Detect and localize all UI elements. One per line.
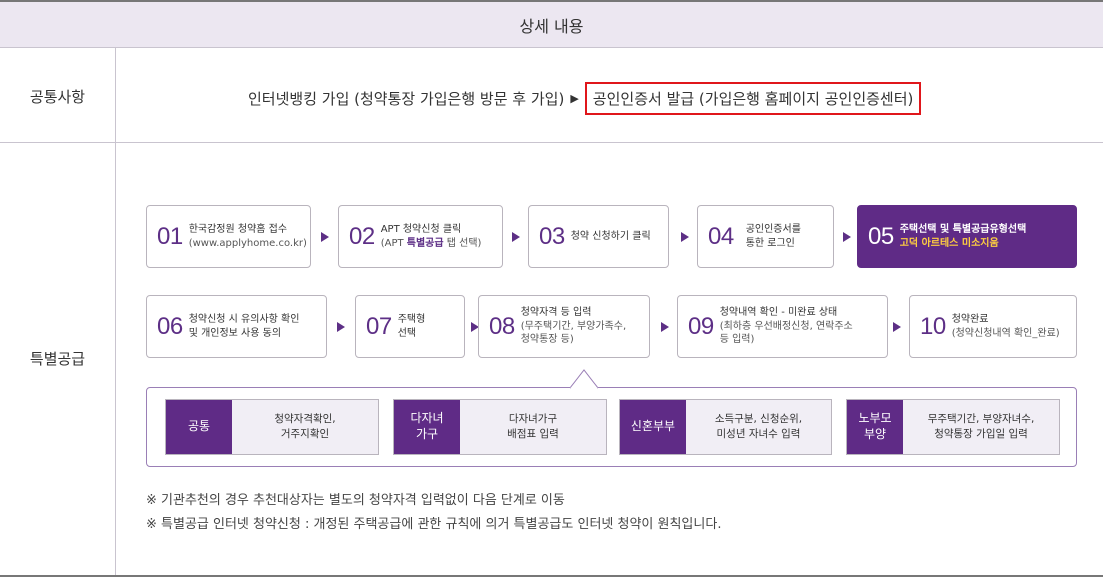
step-subtitle: (www.applyhome.co.kr) — [188, 237, 307, 249]
flow-arrow-icon — [321, 232, 329, 242]
flow-arrow-icon — [893, 322, 901, 332]
detail-desc-line1: 다자녀가구 — [508, 413, 558, 426]
row-label-common: 공통사항 — [29, 88, 86, 106]
step-subtitle: (최하층 우선배정신청, 연락주소 — [719, 320, 853, 332]
step-number: 06 — [157, 312, 183, 340]
detail-box-pointer — [570, 369, 598, 389]
detail-tag: 공통 — [166, 400, 232, 454]
highlighted-certificate-step: 공인인증서 발급 (가입은행 홈페이지 공인인증센터) — [584, 82, 922, 115]
step-04: 04 공인인증서를 통한 로그인 — [697, 205, 834, 268]
flow-arrow-icon — [661, 322, 669, 332]
step-subtitle-highlight: 특별공급 — [406, 237, 444, 249]
step-number: 04 — [708, 222, 734, 250]
step-title: APT 청약신청 클릭 — [380, 224, 462, 235]
detail-elderly-parent: 노부모 부양 무주택기간, 부양자녀수, 청약통장 가입일 입력 — [846, 399, 1060, 455]
detail-desc-line2: 거주지확인 — [280, 428, 330, 440]
step-subtitle: (무주택기간, 부양가족수, — [520, 320, 627, 332]
detail-multi-child: 다자녀 가구 다자녀가구 배점표 입력 — [393, 399, 607, 455]
row-label-special: 특별공급 — [29, 350, 86, 368]
step-title: 청약자격 등 입력 — [520, 307, 592, 319]
step-title: 청약완료 — [951, 314, 989, 325]
table-header: 상세 내용 — [0, 0, 1103, 48]
step-subtitle-post: 탭 선택) — [443, 237, 482, 249]
column-divider — [115, 48, 116, 577]
step-title: 청약신청 시 유의사항 확인 — [188, 314, 300, 325]
detail-desc-line1: 소득구분, 신청순위, — [714, 413, 803, 426]
step-subtitle: 및 개인정보 사용 동의 — [188, 327, 282, 339]
detail-common: 공통 청약자격확인, 거주지확인 — [165, 399, 379, 455]
step-number: 01 — [157, 222, 183, 250]
step-10: 10 청약완료 (청약신청내역 확인_완료) — [909, 295, 1077, 358]
step-subtitle: (청약신청내역 확인_완료) — [951, 327, 1060, 339]
step-subtitle-2: 청약통장 등) — [520, 334, 574, 346]
common-text-before: 인터넷뱅킹 가입 (청약통장 가입은행 방문 후 가입) — [248, 90, 565, 108]
row-divider — [0, 142, 1103, 143]
step-06: 06 청약신청 시 유의사항 확인 및 개인정보 사용 동의 — [146, 295, 327, 358]
step-title: 청약내역 확인 - 미완료 상태 — [719, 307, 838, 319]
detail-tag: 신혼부부 — [620, 400, 686, 454]
step-09: 09 청약내역 확인 - 미완료 상태 (최하층 우선배정신청, 연락주소 등 … — [677, 295, 888, 358]
header-title: 상세 내용 — [519, 16, 584, 36]
step-number: 07 — [366, 312, 392, 340]
step-title: 공인인증서를 — [745, 224, 801, 235]
step-subtitle-2: 등 입력) — [719, 334, 755, 346]
complex-name: 고덕 아르테스 미소지움 — [899, 237, 999, 249]
flow-arrow-icon — [337, 322, 345, 332]
step-number: 03 — [539, 222, 565, 250]
step-07: 07 주택형 선택 — [355, 295, 465, 358]
step-title: 청약 신청하기 클릭 — [570, 230, 651, 242]
step-subtitle: 통한 로그인 — [745, 237, 795, 249]
step-01: 01 한국감정원 청약홈 접수 (www.applyhome.co.kr) — [146, 205, 311, 268]
step-number: 09 — [688, 312, 714, 340]
step-title: 주택형 — [397, 314, 426, 325]
common-row-content: 인터넷뱅킹 가입 (청약통장 가입은행 방문 후 가입) ▶ 공인인증서 발급 … — [248, 82, 922, 115]
note-institution-recommendation: ※ 기관추천의 경우 추천대상자는 별도의 청약자격 입력없이 다음 단계로 이… — [146, 493, 565, 508]
flow-arrow-icon — [681, 232, 689, 242]
detail-tag-line1: 노부모 — [858, 411, 892, 426]
note-internet-application: ※ 특별공급 인터넷 청약신청 : 개정된 주택공급에 관한 규칙에 의거 특별… — [146, 517, 722, 532]
step-title: 주택선택 및 특별공급유형선택 — [899, 224, 1027, 235]
detail-tag-line2: 가구 — [415, 427, 439, 441]
detail-desc-line2: 청약통장 가입일 입력 — [934, 428, 1028, 440]
step-08: 08 청약자격 등 입력 (무주택기간, 부양가족수, 청약통장 등) — [478, 295, 650, 358]
step-05-current: 05 주택선택 및 특별공급유형선택 고덕 아르테스 미소지움 — [857, 205, 1077, 268]
step-title: 한국감정원 청약홈 접수 — [188, 224, 288, 235]
flow-arrow-icon — [512, 232, 520, 242]
detail-desc-line2: 미성년 자녀수 입력 — [716, 428, 801, 440]
arrow-right-icon: ▶ — [570, 92, 579, 105]
step-number: 05 — [868, 222, 894, 250]
flow-arrow-icon — [843, 232, 851, 242]
detail-desc-line2: 배점표 입력 — [507, 428, 559, 440]
detail-desc-line1: 무주택기간, 부양자녀수, — [927, 413, 1035, 426]
step-number: 02 — [349, 222, 375, 250]
detail-desc-line1: 청약자격확인, — [274, 413, 336, 426]
step-03: 03 청약 신청하기 클릭 — [528, 205, 669, 268]
step-subtitle: 선택 — [397, 327, 417, 339]
step-02: 02 APT 청약신청 클릭 (APT 특별공급 탭 선택) — [338, 205, 503, 268]
detail-newlywed: 신혼부부 소득구분, 신청순위, 미성년 자녀수 입력 — [619, 399, 832, 455]
detail-tag-line1: 다자녀 — [410, 411, 444, 426]
step-number: 08 — [489, 312, 515, 340]
step-subtitle-pre: (APT — [380, 237, 407, 249]
detail-tag-line2: 부양 — [863, 427, 887, 441]
step-number: 10 — [920, 312, 946, 340]
